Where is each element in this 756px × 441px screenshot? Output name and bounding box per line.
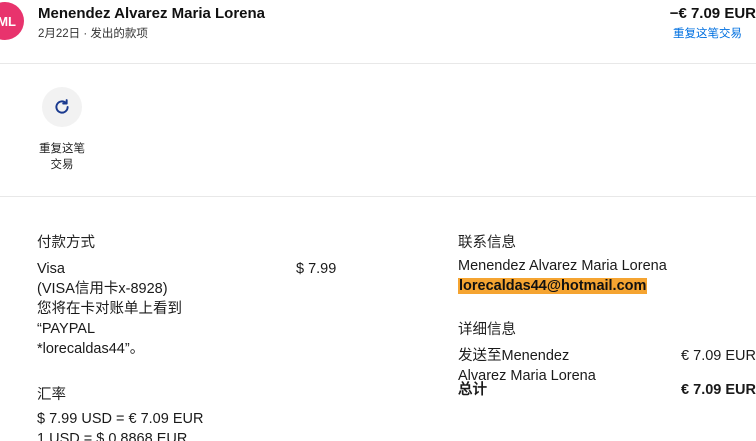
refresh-icon <box>55 99 69 114</box>
contact-email[interactable]: lorecaldas44@hotmail.com <box>458 278 648 294</box>
avatar: ML <box>0 2 24 40</box>
repeat-button-circle[interactable] <box>42 87 82 127</box>
total-amount: € 7.09 EUR <box>681 382 756 398</box>
transaction-details-page: ML Menendez Alvarez Maria Lorena 2月22日 ·… <box>0 0 756 441</box>
transaction-date-type: 2月22日 · 发出的款项 <box>38 28 148 40</box>
payment-amount: $ 7.99 <box>296 261 337 277</box>
merchant-name: Menendez Alvarez Maria Lorena <box>38 5 266 22</box>
statement-note-line2: “PAYPAL <box>37 321 96 337</box>
contact-name: Menendez Alvarez Maria Lorena <box>458 258 667 274</box>
sent-to-line1: 发送至Menendez <box>458 348 570 364</box>
repeat-label-line2: 交易 <box>50 159 74 171</box>
section-divider <box>0 196 756 197</box>
repeat-label-line1: 重复这笔 <box>39 143 85 155</box>
exchange-rate-line1: $ 7.99 USD = € 7.09 EUR <box>37 411 204 427</box>
statement-note-line1: 您将在卡对账单上看到 <box>37 301 182 317</box>
contact-email-row: lorecaldas44@hotmail.com <box>458 276 648 296</box>
payment-method-title: 付款方式 <box>37 235 95 251</box>
statement-note-line3: *lorecaldas44”。 <box>37 341 145 357</box>
contact-info-title: 联系信息 <box>458 235 516 251</box>
payment-card: (VISA信用卡x-8928) <box>37 281 168 297</box>
payment-method-name: Visa <box>37 261 65 277</box>
repeat-transaction-button[interactable]: 重复这笔 交易 <box>30 87 94 173</box>
repeat-transaction-link[interactable]: 重复这笔交易 <box>673 25 742 41</box>
exchange-rate-title: 汇率 <box>37 387 66 403</box>
transaction-amount: −€ 7.09 EUR <box>669 5 756 22</box>
repeat-button-label: 重复这笔 交易 <box>34 141 90 173</box>
exchange-rate-line2: 1 USD = $ 0.8868 EUR <box>37 431 188 441</box>
transaction-header: ML Menendez Alvarez Maria Lorena 2月22日 ·… <box>0 0 756 64</box>
sent-amount: € 7.09 EUR <box>681 348 756 364</box>
total-label: 总计 <box>458 382 487 398</box>
details-title: 详细信息 <box>458 322 516 338</box>
